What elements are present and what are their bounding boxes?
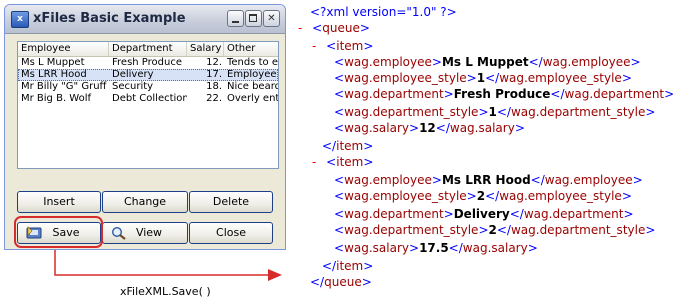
xml-tag: wag.department xyxy=(344,87,444,101)
xml-field: <wag.salary>17.5</wag.salary> xyxy=(334,241,538,255)
xml-tag: wag.department xyxy=(344,207,444,221)
xml-declaration: <?xml version="1.0" ?> xyxy=(310,5,457,19)
collapse-toggle[interactable]: - xyxy=(312,155,316,169)
xml-tag: wag.employee xyxy=(344,55,432,69)
xml-field: <wag.department>Delivery</wag.department… xyxy=(334,207,634,221)
xml-value: 2 xyxy=(476,189,486,203)
xml-tag: item xyxy=(336,259,364,273)
xml-tag: wag.department_style xyxy=(344,223,479,237)
xml-field: <wag.employee>Ms LRR Hood</wag.employee> xyxy=(334,173,643,187)
xml-value: 2 xyxy=(488,223,497,237)
xml-value: 1 xyxy=(488,105,497,119)
xml-value: 17.5 xyxy=(419,241,449,255)
xml-value: 12 xyxy=(419,121,436,135)
xml-queue-close: </queue> xyxy=(310,275,372,289)
xml-item-close: </item> xyxy=(322,259,374,273)
xml-tag: wag.employee xyxy=(542,55,631,69)
xml-field: <wag.salary>12</wag.salary> xyxy=(334,121,525,135)
xml-queue-open: - <queue> xyxy=(298,21,370,35)
xml-tag: wag.employee_style xyxy=(499,189,622,203)
xml-tag: queue xyxy=(322,21,360,35)
xml-tag: wag.employee xyxy=(344,173,432,187)
xml-field: <wag.employee>Ms L Muppet</wag.employee> xyxy=(334,55,641,69)
xml-item-open: - <item> xyxy=(312,39,374,53)
xml-tag: wag.employee_style xyxy=(344,71,467,85)
xml-tag: wag.department_style xyxy=(510,105,646,119)
xml-field: <wag.department_style>1</wag.department_… xyxy=(334,105,656,119)
xml-value: Ms LRR Hood xyxy=(441,173,531,187)
xml-value: Fresh Produce xyxy=(453,87,551,101)
xml-tag: wag.employee xyxy=(544,173,633,187)
xml-value: Delivery xyxy=(453,207,510,221)
xml-tag: wag.employee_style xyxy=(499,71,622,85)
xml-tag: item xyxy=(336,39,364,53)
xml-tag: item xyxy=(336,155,364,169)
xml-field: <wag.employee_style>1</wag.employee_styl… xyxy=(334,71,632,85)
save-caption: xFileXML.Save( ) xyxy=(120,285,211,298)
xml-tag: wag.salary xyxy=(344,121,409,135)
xml-tag: wag.department_style xyxy=(344,105,479,119)
xml-tag: wag.employee_style xyxy=(344,189,467,203)
xml-field: <wag.employee_style>2</wag.employee_styl… xyxy=(334,189,632,203)
xml-tag: wag.department_style xyxy=(510,223,646,237)
xml-tag: queue xyxy=(324,275,362,289)
xml-field: <wag.department_style>2</wag.department_… xyxy=(334,223,656,237)
collapse-toggle[interactable]: - xyxy=(298,21,302,35)
xml-tag: wag.salary xyxy=(344,241,409,255)
xml-item-close: </item> xyxy=(322,139,374,153)
xml-tag: wag.salary xyxy=(449,121,515,135)
xml-tag: item xyxy=(336,139,364,153)
xml-field: <wag.department>Fresh Produce</wag.depar… xyxy=(334,87,675,101)
collapse-toggle[interactable]: - xyxy=(312,39,316,53)
xml-value: Ms L Muppet xyxy=(441,55,529,69)
xml-item-open: - <item> xyxy=(312,155,374,169)
xml-tag: wag.department xyxy=(564,87,665,101)
xml-value: 1 xyxy=(476,71,486,85)
xml-tag: wag.department xyxy=(523,207,624,221)
xml-tag: wag.salary xyxy=(462,241,528,255)
